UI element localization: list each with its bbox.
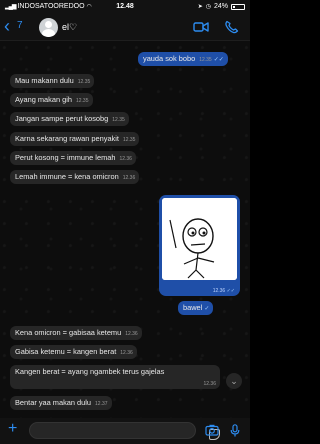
status-bar: ▂▄▆ INDOSATOOREDOO ◠ 12.48 ➤ ◷ 24% bbox=[0, 0, 250, 14]
message-input[interactable] bbox=[29, 422, 220, 440]
chevron-left-icon[interactable]: ‹ bbox=[4, 17, 10, 35]
message-time: 12.35 bbox=[112, 117, 125, 123]
chevron-down-icon[interactable]: ⌄ bbox=[226, 373, 242, 389]
message-text: Mau makann dulu bbox=[15, 76, 74, 85]
avatar[interactable] bbox=[39, 18, 58, 37]
chat-area[interactable]: yauda sok bobo 12.35 ✓✓ Mau makann dulu 12.… bbox=[0, 41, 250, 418]
message-time: 12.36 bbox=[203, 381, 216, 387]
message-text: Karna sekarang rawan penyakit bbox=[15, 134, 119, 143]
message-text: Gabisa ketemu = kangen berat bbox=[15, 347, 117, 356]
message-bubble-in[interactable]: Karna sekarang rawan penyakit 12.35 bbox=[10, 132, 140, 146]
camera-icon[interactable] bbox=[205, 424, 219, 436]
message-bubble-out[interactable]: yauda sok bobo 12.35 ✓✓ bbox=[138, 52, 228, 66]
message-time: 12.36 bbox=[125, 331, 138, 337]
message-time: 12.35 bbox=[77, 79, 91, 85]
message-time: 12.36 ✓✓ bbox=[212, 288, 235, 294]
message-bubble-in[interactable]: Ayang makan gih 12.35 bbox=[10, 93, 93, 107]
read-ticks-icon: ✓✓ bbox=[213, 57, 224, 63]
sticker-image[interactable] bbox=[162, 198, 237, 280]
plus-icon[interactable]: + bbox=[8, 420, 17, 438]
message-bubble-in[interactable]: Jangan sampe perut kosobg 12.35 bbox=[10, 112, 129, 126]
back-count[interactable]: 7 bbox=[17, 20, 23, 31]
message-text: Kangen berat = ayang ngambek terus gajel… bbox=[15, 367, 165, 376]
battery-icon bbox=[231, 3, 245, 10]
message-text: bawel bbox=[183, 303, 203, 312]
phone-icon[interactable] bbox=[224, 20, 240, 34]
message-time: 12.36 bbox=[120, 350, 133, 356]
message-text: Ayang makan gih bbox=[15, 95, 72, 104]
message-time: 12.37 bbox=[95, 401, 108, 407]
input-bar: + bbox=[0, 418, 250, 444]
message-text: Lemah immune = kena omicron bbox=[15, 172, 119, 181]
message-bubble-in[interactable]: Perut kosong = immune lemah 12.36 bbox=[10, 151, 136, 165]
alarm-icon: ◷ bbox=[205, 4, 211, 10]
chat-header: ‹ 7 el♡ bbox=[0, 14, 250, 41]
image-message[interactable]: 12.36 ✓✓ bbox=[159, 195, 240, 296]
message-bubble-in[interactable]: Kena omicron = gabisaa ketemu 12.36 bbox=[10, 326, 142, 340]
message-time: 12.35 bbox=[122, 137, 136, 143]
message-bubble-in[interactable]: Mau makann dulu 12.35 bbox=[10, 74, 95, 88]
message-text: Perut kosong = immune lemah bbox=[15, 153, 116, 162]
message-text: Kena omicron = gabisaa ketemu bbox=[15, 328, 122, 337]
message-bubble-out[interactable]: bawel ✓ bbox=[178, 301, 214, 315]
message-time: 12.35 bbox=[75, 98, 89, 104]
message-bubble-in[interactable]: Bentar yaa makan dulu 12.37 bbox=[10, 396, 112, 410]
message-time: 12.36 bbox=[122, 175, 136, 181]
message-bubble-in[interactable]: Kangen berat = ayang ngambek terus gajel… bbox=[10, 365, 220, 389]
contact-name[interactable]: el♡ bbox=[62, 22, 77, 33]
message-bubble-in[interactable]: Gabisa ketemu = kangen berat 12.36 bbox=[10, 345, 137, 359]
location-icon: ➤ bbox=[197, 4, 203, 10]
message-time: 12.35 bbox=[199, 57, 212, 63]
microphone-icon[interactable] bbox=[230, 424, 240, 437]
battery-percent: 24% bbox=[213, 3, 228, 10]
message-text: Jangan sampe perut kosobg bbox=[15, 114, 109, 123]
message-time: 12.36 bbox=[119, 156, 132, 162]
message-bubble-in[interactable]: Lemah immune = kena omicron 12.36 bbox=[10, 170, 140, 184]
message-text: Bentar yaa makan dulu bbox=[15, 398, 92, 407]
video-call-icon[interactable] bbox=[193, 20, 209, 34]
message-text: yauda sok bobo bbox=[143, 54, 196, 63]
read-ticks-icon: ✓ bbox=[204, 306, 210, 312]
